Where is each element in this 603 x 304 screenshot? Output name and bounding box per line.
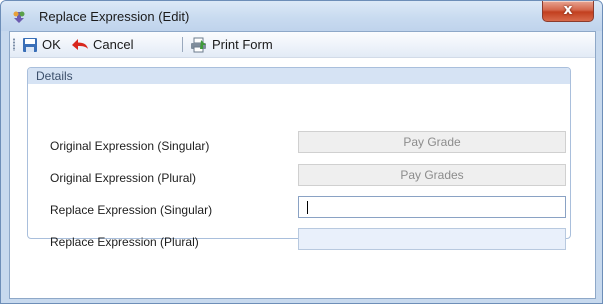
details-group-title: Details <box>36 69 73 83</box>
title-bar: Replace Expression (Edit) x <box>1 1 602 31</box>
text-caret <box>307 201 308 214</box>
details-group-header: Details <box>28 68 570 84</box>
replace-plural-input[interactable] <box>298 228 566 250</box>
toolbar-grip-icon[interactable] <box>13 38 15 51</box>
cancel-button[interactable]: Cancel <box>71 35 133 54</box>
cancel-arrow-icon <box>72 38 88 50</box>
dialog-window: Replace Expression (Edit) x OK Cancel Pr… <box>0 0 603 304</box>
print-form-button[interactable]: Print Form <box>190 35 273 54</box>
print-form-label: Print Form <box>212 37 273 52</box>
ok-label: OK <box>42 37 61 52</box>
toolbar: OK Cancel Print Form <box>10 32 595 58</box>
replace-singular-input[interactable] <box>298 196 566 218</box>
close-button[interactable]: x <box>542 1 594 22</box>
window-title: Replace Expression (Edit) <box>39 9 190 24</box>
toolbar-separator <box>182 37 183 52</box>
close-icon: x <box>563 2 573 18</box>
original-singular-field: Pay Grade <box>298 131 566 153</box>
ok-button[interactable]: OK <box>22 35 61 54</box>
print-icon <box>191 37 206 52</box>
original-plural-label: Original Expression (Plural) <box>50 171 197 185</box>
cancel-label: Cancel <box>93 37 134 52</box>
replace-singular-label: Replace Expression (Singular) <box>50 203 213 217</box>
app-icon <box>13 11 25 23</box>
save-icon <box>23 37 37 52</box>
original-plural-field: Pay Grades <box>298 164 566 186</box>
original-singular-label: Original Expression (Singular) <box>50 139 210 153</box>
replace-plural-label: Replace Expression (Plural) <box>50 235 199 249</box>
